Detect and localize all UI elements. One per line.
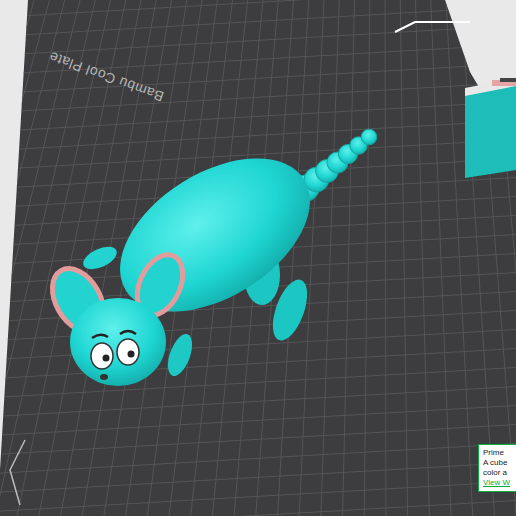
mouse-model[interactable]	[42, 127, 377, 386]
scene: Bambu Cool Plate	[0, 0, 516, 516]
3d-viewport[interactable]: Bambu Cool Plate PrimeA cubecolor a View…	[0, 0, 516, 516]
eyes-icon	[91, 331, 139, 369]
plate-label: Bambu Cool Plate	[47, 49, 166, 105]
notification-text: A cube	[483, 458, 516, 468]
notification: PrimeA cubecolor a View W	[478, 444, 516, 492]
notification-text: color a	[483, 468, 516, 478]
notification-link[interactable]: View W	[483, 478, 516, 488]
notification-text: Prime	[483, 448, 516, 458]
prime-tower[interactable]	[465, 78, 516, 178]
build-plate: Bambu Cool Plate	[0, 0, 516, 516]
